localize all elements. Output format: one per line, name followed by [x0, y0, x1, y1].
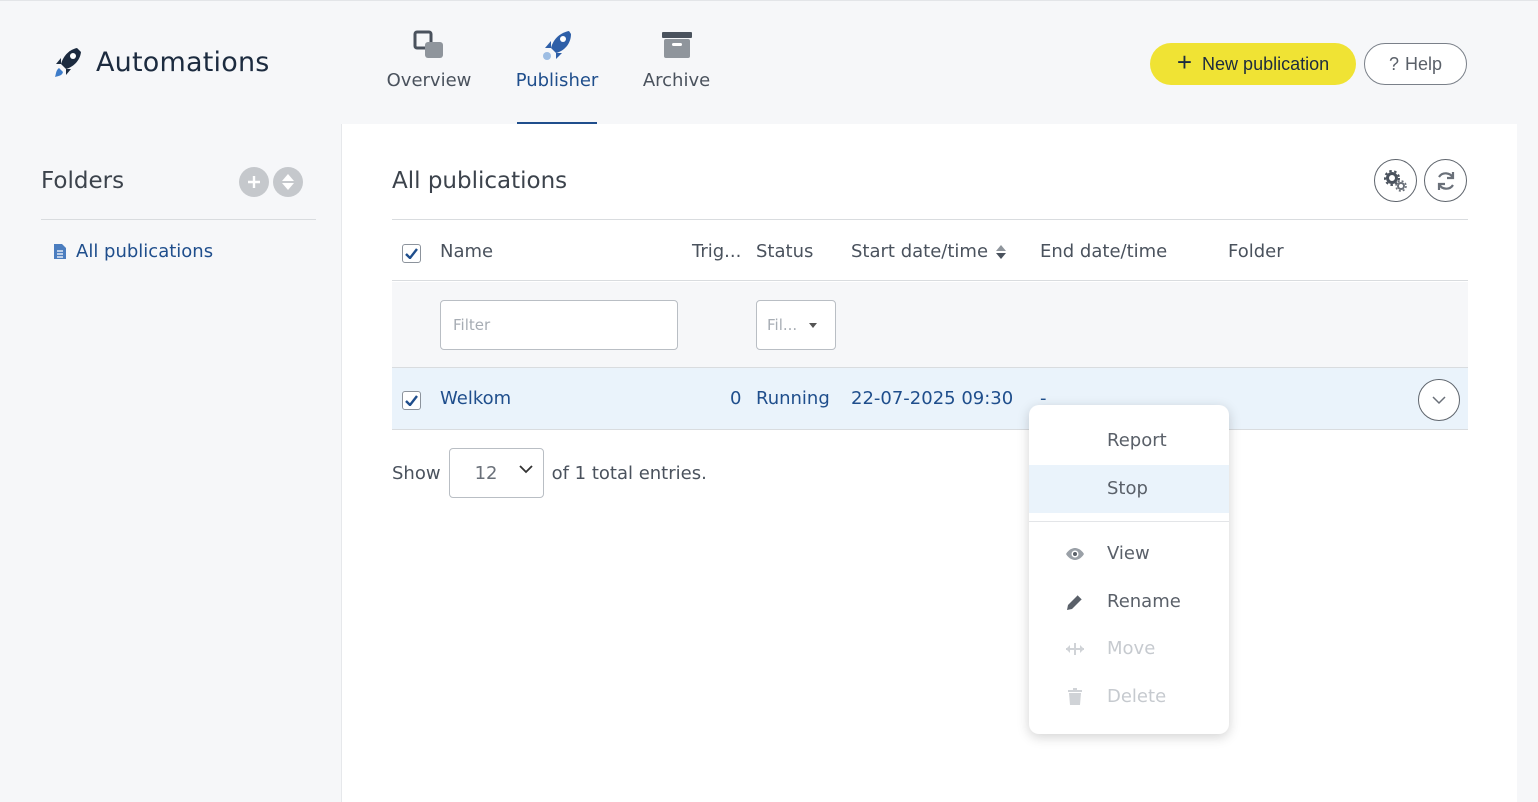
sort-folders-button[interactable]: [273, 167, 303, 197]
question-mark-icon: ?: [1388, 53, 1399, 74]
sort-icon: [996, 244, 1007, 259]
page-size-value: 12: [474, 462, 498, 484]
table-row[interactable]: Welkom 0 Running 22-07-2025 09:30 -: [392, 368, 1468, 430]
tab-overview-label: Overview: [386, 70, 472, 91]
refresh-button[interactable]: [1424, 159, 1467, 202]
row-checkbox[interactable]: [402, 391, 421, 410]
gears-icon: [1383, 169, 1407, 192]
column-header-end[interactable]: End date/time: [1040, 241, 1167, 262]
tab-publisher-label: Publisher: [515, 70, 599, 91]
row-name[interactable]: Welkom: [440, 388, 511, 409]
menu-item-label: Rename: [1107, 591, 1181, 612]
column-header-start[interactable]: Start date/time: [851, 241, 1007, 262]
status-filter-select[interactable]: Fil...: [756, 300, 836, 350]
column-header-name[interactable]: Name: [440, 241, 493, 262]
menu-item-label: Stop: [1107, 478, 1148, 499]
archive-box-icon: [660, 28, 694, 62]
menu-item-label: Move: [1107, 638, 1156, 659]
table-header: Name Trig... Status Start date/time End …: [392, 220, 1468, 281]
caret-down-icon: [809, 323, 817, 328]
menu-item-delete[interactable]: Delete: [1029, 673, 1229, 721]
row-status: Running: [756, 388, 830, 409]
new-publication-label: New publication: [1202, 53, 1330, 74]
checkmark-icon: [405, 248, 418, 259]
menu-item-move[interactable]: Move: [1029, 625, 1229, 673]
column-settings-button[interactable]: [1374, 159, 1417, 202]
column-header-folder[interactable]: Folder: [1228, 241, 1284, 262]
new-publication-button[interactable]: + New publication: [1150, 43, 1356, 85]
folders-title: Folders: [41, 168, 125, 194]
row-actions-menu: Report Stop View Rename Move Delete: [1029, 405, 1229, 734]
move-arrows-icon: [1065, 639, 1085, 659]
add-folder-button[interactable]: [239, 167, 269, 197]
menu-item-view[interactable]: View: [1029, 530, 1229, 578]
refresh-icon: [1437, 171, 1454, 190]
show-label: Show: [392, 462, 441, 484]
menu-item-rename[interactable]: Rename: [1029, 578, 1229, 626]
sidebar-item-all-publications[interactable]: All publications: [53, 241, 213, 262]
app-title-text: Automations: [96, 46, 270, 78]
help-button[interactable]: ? Help: [1364, 43, 1467, 85]
entries-summary: of 1 total entries.: [551, 462, 707, 484]
column-header-start-label: Start date/time: [851, 241, 989, 262]
tab-overview[interactable]: Overview: [387, 28, 471, 124]
page-size-select[interactable]: 12: [448, 448, 544, 498]
tab-archive-label: Archive: [642, 70, 711, 91]
chevron-down-icon: [1432, 395, 1446, 404]
row-actions-toggle[interactable]: [1418, 379, 1460, 421]
menu-item-stop[interactable]: Stop: [1029, 465, 1229, 513]
app-title: Automations: [52, 44, 270, 80]
filter-row: Fil...: [392, 282, 1468, 368]
overview-icon: [412, 28, 446, 62]
column-header-triggers[interactable]: Trig...: [692, 241, 741, 262]
menu-item-report[interactable]: Report: [1029, 417, 1229, 465]
pagination: Show 12 of 1 total entries.: [392, 448, 707, 498]
rocket-icon: [540, 28, 574, 62]
tab-publisher[interactable]: Publisher: [515, 28, 599, 124]
chevron-down-icon: [518, 465, 533, 474]
column-header-status[interactable]: Status: [756, 241, 813, 262]
trash-icon: [1065, 687, 1085, 707]
menu-item-label: View: [1107, 543, 1150, 564]
sidebar-divider: [41, 219, 316, 220]
help-label: Help: [1404, 53, 1443, 74]
menu-divider: [1029, 521, 1229, 522]
sort-icon: [282, 174, 294, 190]
plus-icon: +: [1176, 47, 1193, 77]
top-border: [0, 0, 1538, 4]
select-all-checkbox[interactable]: [402, 244, 421, 263]
page-title: All publications: [392, 168, 568, 194]
main-panel: All publications Name Trig... Status Sta…: [341, 124, 1517, 802]
sidebar-item-label: All publications: [76, 241, 214, 262]
document-icon: [54, 244, 66, 259]
status-filter-placeholder: Fil...: [767, 316, 798, 334]
row-start-datetime: 22-07-2025 09:30: [851, 388, 1014, 409]
eye-icon: [1065, 544, 1085, 564]
checkmark-icon: [405, 395, 418, 406]
tab-archive[interactable]: Archive: [642, 28, 711, 124]
menu-item-label: Report: [1107, 430, 1167, 451]
menu-item-label: Delete: [1107, 686, 1167, 707]
row-triggers: 0: [730, 388, 742, 409]
plus-icon: [248, 176, 260, 188]
rocket-logo-icon: [55, 48, 81, 77]
pencil-icon: [1065, 592, 1085, 612]
name-filter-input[interactable]: [440, 300, 678, 350]
